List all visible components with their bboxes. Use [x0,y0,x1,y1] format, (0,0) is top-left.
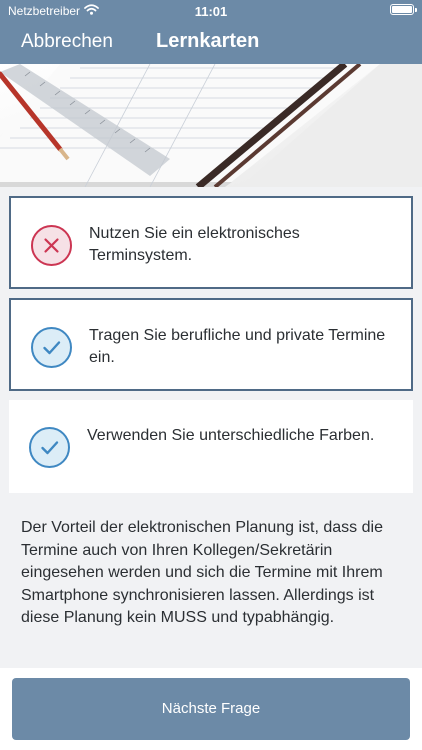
paper-and-pen-illustration [0,64,422,187]
navigation-bar: Abbrechen Lernkarten [0,22,422,64]
status-time: 11:01 [194,4,228,19]
answer-text: Verwenden Sie unterschiedliche Farben. [87,427,375,444]
x-circle-icon [31,225,72,266]
check-circle-icon [31,327,72,368]
answer-text: Tragen Sie berufliche und private Termin… [89,327,386,366]
status-bar: Netzbetreiber 11:01 [0,0,422,22]
check-circle-icon [29,427,70,468]
answer-option-2[interactable]: Tragen Sie berufliche und private Termin… [9,298,413,391]
page-title: Lernkarten [156,30,260,52]
battery-icon [390,4,417,18]
answer-text: Nutzen Sie ein elektronisches Terminsyst… [89,225,300,264]
answer-option-3[interactable]: Verwenden Sie unterschiedliche Farben. [9,400,413,493]
explanation-text: Der Vorteil der elektronischen Planung i… [21,519,383,626]
header-image [0,64,422,187]
answer-option-1[interactable]: Nutzen Sie ein elektronisches Terminsyst… [9,196,413,289]
next-question-button[interactable]: Nächste Frage [12,678,410,740]
cancel-button[interactable]: Abbrechen [21,31,113,53]
